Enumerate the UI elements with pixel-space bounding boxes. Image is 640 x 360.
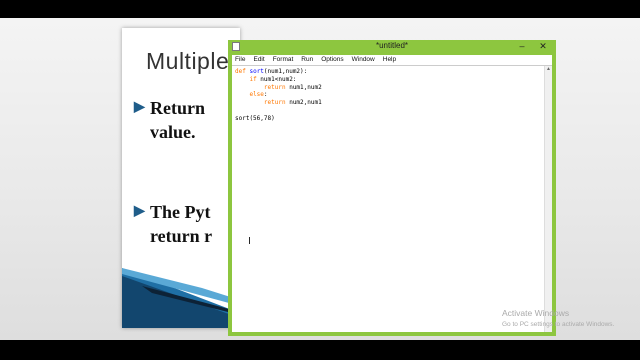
code-text-segment: num1,num2 [285,83,322,91]
menu-file[interactable]: File [235,56,245,63]
bullet-1-line-1: Return [150,98,205,118]
text-cursor-icon: I [248,236,251,247]
bullet-1-line-2: value. [150,122,196,142]
code-function-name: sort [249,68,264,75]
code-line[interactable]: return num1,num2 [235,84,322,92]
slide-title: Multiple [146,48,230,74]
code-line[interactable]: def sort(num1,num2): [235,68,322,76]
bullet-2-line-2: return r [150,226,213,246]
bullet-2-line-1: The Pyt [150,202,211,222]
code-text[interactable]: def sort(num1,num2): if num1<num2: retur… [235,68,322,123]
menu-options[interactable]: Options [321,56,343,63]
minimize-icon[interactable]: – [516,40,528,53]
idle-editor-window: *untitled* – ✕ File Edit Format Run Options W… [228,40,556,336]
code-line[interactable]: return num2,num1 [235,99,322,107]
code-text-segment: num1<num2: [256,75,297,83]
code-keyword: if [249,75,257,83]
code-text-segment: num2,num1 [285,99,322,107]
close-icon[interactable]: ✕ [534,40,552,53]
code-keyword: return [263,83,286,91]
code-line[interactable]: else: [235,91,322,99]
arrow-bullet-icon: ▶ [134,100,145,115]
code-text-segment: : [263,91,268,99]
code-keyword: else [249,91,264,99]
activation-watermark: Activate Windows Go to PC settings to ac… [502,308,614,330]
code-line[interactable] [235,107,322,115]
code-editor[interactable]: def sort(num1,num2): if num1<num2: retur… [232,65,552,332]
code-text-segment [235,107,239,114]
slide-bullet-1: ▶ Return value. [134,96,205,144]
menu-format[interactable]: Format [273,56,294,63]
code-keyword: def [235,68,246,75]
slide-decoration [122,268,240,328]
code-line[interactable]: sort(56,78) [235,115,322,123]
code-text-segment: (num1,num2): [263,68,308,75]
window-title: *untitled* [375,41,409,50]
watermark-line-1: Activate Windows [502,308,570,318]
code-line[interactable]: if num1<num2: [235,76,322,84]
slide-bullet-2: ▶ The Pyt return r [134,200,213,248]
scroll-up-icon[interactable]: ▲ [545,66,552,72]
code-text-segment: sort(56,78) [235,114,275,122]
menu-edit[interactable]: Edit [253,56,264,63]
menu-bar: File Edit Format Run Options Window Help [232,55,552,65]
menu-run[interactable]: Run [301,56,313,63]
presentation-slide: Multiple ▶ Return value. ▶ The Pyt retur… [122,28,240,328]
vertical-scrollbar[interactable]: ▲ [544,66,552,332]
menu-window[interactable]: Window [352,56,375,63]
window-titlebar[interactable]: *untitled* – ✕ [228,40,556,54]
watermark-line-2: Go to PC settings to activate Windows. [502,321,615,328]
code-keyword: return [263,99,286,107]
menu-help[interactable]: Help [383,56,396,63]
arrow-bullet-icon: ▶ [134,204,145,219]
